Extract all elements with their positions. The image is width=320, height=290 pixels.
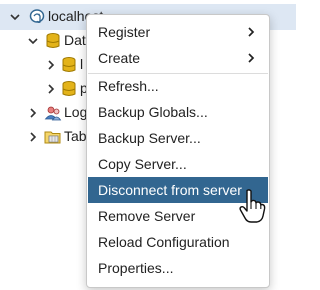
menu-item-copy-server[interactable]: Copy Server... bbox=[88, 151, 268, 177]
database-icon bbox=[60, 80, 78, 98]
tree-row-tablespaces[interactable]: Tab bbox=[0, 124, 87, 150]
menu-item-label: Copy Server... bbox=[98, 156, 187, 172]
tree-label-login-roles: Log bbox=[64, 104, 88, 120]
menu-item-label: Register bbox=[98, 24, 151, 40]
menu-item-create[interactable]: Create bbox=[88, 45, 268, 71]
tree-label-database: l bbox=[80, 56, 84, 72]
chevron-right-icon[interactable] bbox=[26, 130, 40, 144]
menu-item-label: Refresh... bbox=[98, 78, 159, 94]
databases-icon bbox=[44, 32, 62, 50]
tree-label-tablespaces: Tab bbox=[64, 128, 87, 144]
menu-item-label: Properties... bbox=[98, 260, 174, 276]
login-roles-icon bbox=[44, 104, 62, 122]
menu-item-label: Backup Server... bbox=[98, 130, 201, 146]
tree-row-login-roles[interactable]: Log bbox=[0, 100, 88, 126]
menu-item-backup-globals[interactable]: Backup Globals... bbox=[88, 99, 268, 125]
menu-item-label: Remove Server bbox=[98, 208, 196, 224]
tablespaces-icon bbox=[44, 128, 62, 146]
chevron-right-icon[interactable] bbox=[26, 106, 40, 120]
menu-item-label: Backup Globals... bbox=[98, 104, 208, 120]
tree-row-database[interactable]: p bbox=[0, 76, 88, 102]
menu-item-label: Disconnect from server bbox=[98, 182, 242, 198]
tree-label-databases: Dat bbox=[64, 32, 86, 48]
server-context-menu: Register Create Refresh... Backup Global… bbox=[86, 14, 270, 288]
database-icon bbox=[60, 56, 78, 74]
chevron-down-icon[interactable] bbox=[26, 34, 40, 48]
menu-item-label: Create bbox=[98, 50, 141, 66]
hand-pointer-cursor-icon bbox=[239, 189, 266, 223]
chevron-right-icon bbox=[248, 53, 255, 63]
chevron-down-icon[interactable] bbox=[8, 10, 22, 24]
chevron-right-icon bbox=[248, 27, 255, 37]
elephant-server-icon bbox=[28, 8, 46, 26]
tree-row-database[interactable]: l bbox=[0, 52, 86, 78]
chevron-right-icon[interactable] bbox=[44, 82, 58, 96]
menu-item-reload-configuration[interactable]: Reload Configuration bbox=[88, 229, 268, 255]
chevron-right-icon[interactable] bbox=[44, 58, 58, 72]
menu-item-register[interactable]: Register bbox=[88, 19, 268, 45]
menu-item-backup-server[interactable]: Backup Server... bbox=[88, 125, 268, 151]
tree-row-databases[interactable]: Dat bbox=[0, 28, 86, 54]
menu-item-refresh[interactable]: Refresh... bbox=[88, 73, 268, 99]
menu-item-label: Reload Configuration bbox=[98, 234, 230, 250]
menu-item-properties[interactable]: Properties... bbox=[88, 255, 268, 281]
